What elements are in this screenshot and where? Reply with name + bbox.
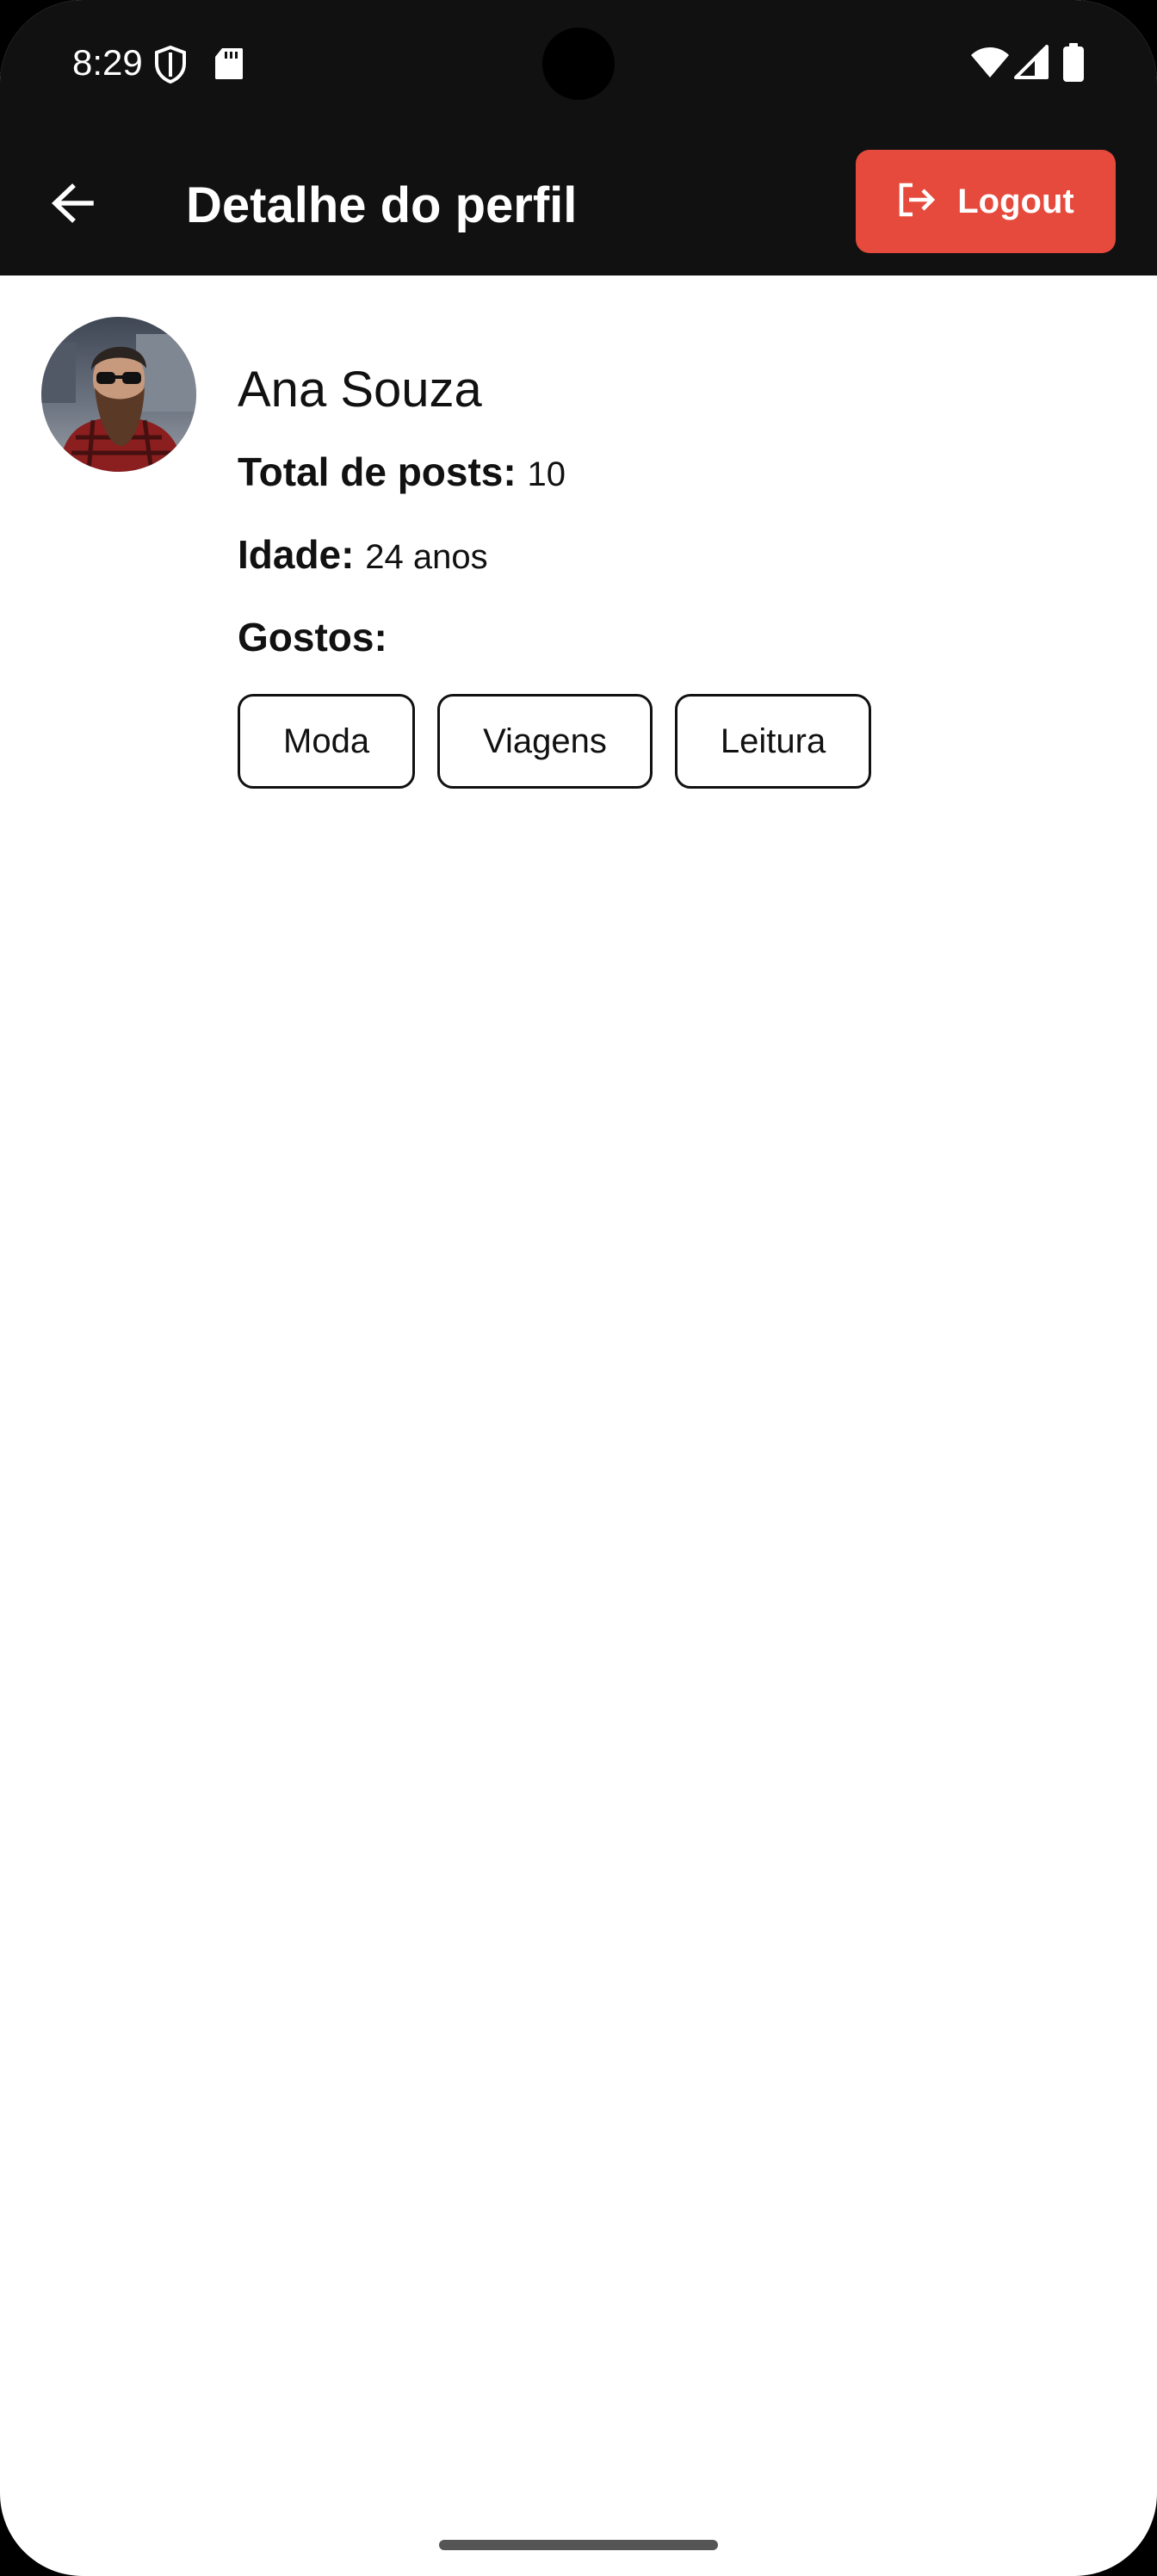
age-row: Idade: 24 anos [238, 530, 488, 581]
status-time: 8:29 [72, 42, 143, 83]
screen: 8:29 Detalhe do perfil Logout Ana Souza … [0, 0, 1157, 2576]
chip-leitura[interactable]: Leitura [674, 694, 872, 789]
likes-chip-group: Moda Viagens Leitura [238, 694, 872, 789]
camera-cutout [542, 28, 615, 100]
page-title: Detalhe do perfil [186, 177, 578, 233]
total-posts-label: Total de posts: [238, 449, 517, 494]
logout-button[interactable]: Logout [856, 150, 1116, 253]
age-label: Idade: [238, 532, 355, 577]
chip-viagens[interactable]: Viagens [437, 694, 653, 789]
likes-row: Gostos: [238, 613, 387, 661]
shield-icon [153, 45, 188, 89]
age-value: 24 anos [365, 538, 488, 576]
sd-card-icon [213, 46, 244, 85]
battery-icon [1062, 43, 1085, 87]
chip-moda[interactable]: Moda [238, 694, 416, 789]
back-button[interactable] [34, 167, 110, 243]
cellular-signal-icon [1014, 45, 1049, 84]
avatar [41, 317, 196, 472]
wifi-icon [969, 45, 1011, 84]
likes-label: Gostos: [238, 615, 387, 659]
app-bar: Detalhe do perfil Logout [0, 129, 1157, 276]
logout-icon [897, 183, 936, 221]
profile-name: Ana Souza [238, 362, 482, 418]
arrow-back-icon [50, 183, 95, 228]
status-bar: 8:29 [0, 0, 1157, 129]
home-indicator[interactable] [439, 2540, 718, 2550]
logout-label: Logout [957, 182, 1074, 220]
total-posts-value: 10 [527, 455, 566, 493]
total-posts-row: Total de posts: 10 [238, 448, 566, 498]
